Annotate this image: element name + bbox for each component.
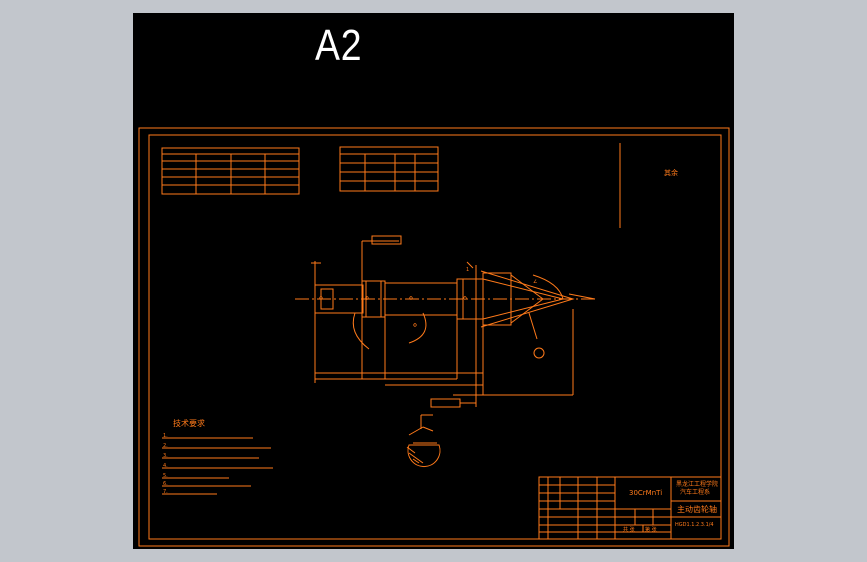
svg-text:∠: ∠: [533, 279, 537, 285]
sheet-number-text: 第 张: [645, 526, 657, 533]
sheet-count-text: 共 张: [623, 526, 635, 533]
svg-text:Φ: Φ: [319, 296, 323, 302]
svg-text:6.: 6.: [163, 481, 168, 487]
svg-text:1: 1: [466, 267, 469, 273]
svg-text:Φ: Φ: [365, 296, 369, 302]
svg-text:5.: 5.: [163, 473, 168, 479]
gear-parameter-table: [161, 147, 300, 195]
dimension-lines: [311, 235, 574, 408]
section-view: [406, 414, 441, 467]
school-text: 黑龙江工程学院: [676, 480, 718, 488]
title-block: 30CrMnTi 黑龙江工程学院 汽车工程系 主动齿轮轴 共 张 第 张 HGD…: [538, 476, 722, 540]
inner-frame: [148, 134, 722, 540]
technical-requirements: 技术要求 1. 2. 3. 4. 5. 6. 7.: [162, 418, 273, 495]
svg-text:3.: 3.: [163, 453, 168, 459]
svg-text:7.: 7.: [163, 489, 168, 495]
svg-text:1.: 1.: [163, 433, 168, 439]
svg-text:4.: 4.: [163, 463, 168, 469]
tech-requirements-title: 技术要求: [173, 418, 205, 428]
drawing-number-text: HGD1.1.2.3.1/4: [675, 522, 714, 528]
svg-text:Φ: Φ: [409, 296, 413, 302]
material-text: 30CrMnTi: [629, 489, 662, 497]
part-title-text: 主动齿轮轴: [677, 504, 717, 514]
cad-viewport[interactable]: A2 其余 Φ Φ Φ Φ Φ ∠ 1 技术要求 1. 2. 3. 4. 5. …: [133, 13, 734, 549]
engineering-drawing: 其余 Φ Φ Φ Φ Φ ∠ 1 技术要求 1. 2. 3. 4. 5. 6. …: [138, 127, 730, 547]
svg-text:2.: 2.: [163, 443, 168, 449]
svg-text:Φ: Φ: [463, 296, 467, 302]
inspection-table: [339, 146, 439, 192]
svg-text:Φ: Φ: [413, 323, 417, 329]
department-text: 汽车工程系: [680, 488, 710, 496]
roughness-note: 其余: [664, 168, 678, 177]
